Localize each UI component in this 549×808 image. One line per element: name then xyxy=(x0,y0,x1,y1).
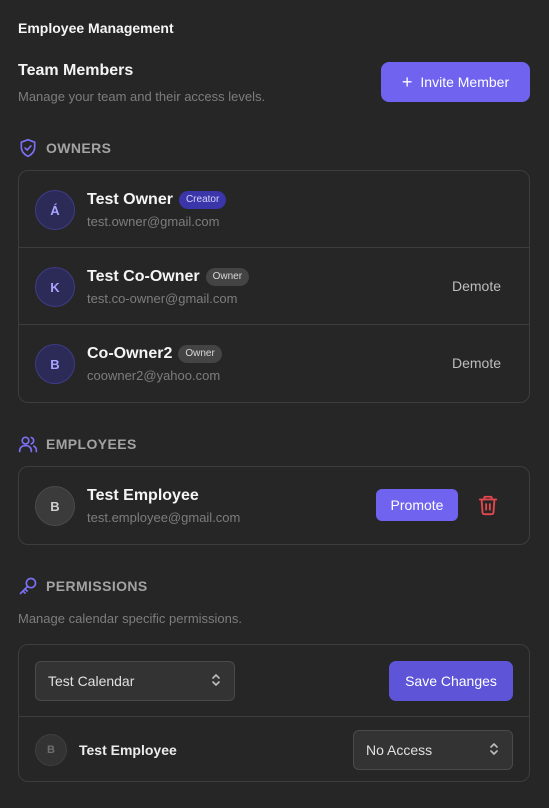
member-name: Test Co-Owner xyxy=(87,268,200,285)
employees-heading-label: EMPLOYEES xyxy=(46,436,137,452)
users-icon xyxy=(18,436,38,453)
employees-heading: EMPLOYEES xyxy=(18,434,137,454)
owner-badge: Owner xyxy=(178,345,222,363)
member-name: Co-Owner2 xyxy=(87,345,173,362)
avatar: B xyxy=(35,486,75,526)
avatar: Á xyxy=(35,190,75,230)
demote-button[interactable]: Demote xyxy=(452,278,501,294)
permissions-card: Test Calendar Save Changes B Test Employ… xyxy=(18,644,530,782)
owner-name-line: Co-Owner2 Owner xyxy=(87,345,222,363)
permissions-toolbar: Test Calendar Save Changes xyxy=(19,645,529,717)
chevron-up-down-icon xyxy=(210,672,222,690)
employees-card: B Test Employee test.employee@gmail.com … xyxy=(18,466,530,545)
permissions-heading: PERMISSIONS xyxy=(18,576,148,596)
member-email: coowner2@yahoo.com xyxy=(87,368,221,383)
member-name: Test Owner xyxy=(87,191,173,208)
avatar: K xyxy=(35,267,75,307)
plus-icon: + xyxy=(401,72,413,92)
access-level-select[interactable]: No Access xyxy=(353,730,513,770)
employee-name-line: Test Employee xyxy=(87,487,199,505)
permission-row: B Test Employee No Access xyxy=(19,717,529,781)
employee-row: B Test Employee test.employee@gmail.com … xyxy=(19,467,529,544)
owners-heading-label: OWNERS xyxy=(46,140,112,156)
permission-member-name: Test Employee xyxy=(79,742,177,758)
delete-button[interactable] xyxy=(477,493,499,517)
trash-icon xyxy=(478,495,498,516)
member-email: test.owner@gmail.com xyxy=(87,214,220,229)
owner-name-line: Test Co-Owner Owner xyxy=(87,268,250,286)
avatar: B xyxy=(35,734,67,766)
calendar-select-value: Test Calendar xyxy=(48,673,135,689)
shield-check-icon xyxy=(20,138,36,158)
owner-row: B Co-Owner2 Owner coowner2@yahoo.com Dem… xyxy=(19,325,529,402)
owner-badge: Owner xyxy=(205,268,250,286)
calendar-select[interactable]: Test Calendar xyxy=(35,661,235,701)
promote-button[interactable]: Promote xyxy=(376,489,458,521)
member-name: Test Employee xyxy=(87,487,199,504)
key-icon xyxy=(19,577,37,595)
member-email: test.co-owner@gmail.com xyxy=(87,291,238,306)
team-members-subtitle: Manage your team and their access levels… xyxy=(18,89,266,104)
owners-heading: OWNERS xyxy=(18,138,111,158)
creator-badge: Creator xyxy=(178,191,227,209)
owners-card: Á Test Owner Creator test.owner@gmail.co… xyxy=(18,170,530,403)
demote-button[interactable]: Demote xyxy=(452,355,501,371)
member-email: test.employee@gmail.com xyxy=(87,510,241,525)
team-members-title: Team Members xyxy=(18,62,134,79)
access-level-value: No Access xyxy=(366,742,433,758)
owner-row: Á Test Owner Creator test.owner@gmail.co… xyxy=(19,171,529,248)
chevron-up-down-icon xyxy=(488,741,500,759)
invite-member-label: Invite Member xyxy=(420,74,510,90)
permissions-subtitle: Manage calendar specific permissions. xyxy=(18,611,242,626)
owner-name-line: Test Owner Creator xyxy=(87,191,227,209)
app-title: Employee Management xyxy=(18,20,174,36)
save-changes-button[interactable]: Save Changes xyxy=(389,661,513,701)
avatar: B xyxy=(35,344,75,384)
permissions-heading-label: PERMISSIONS xyxy=(46,578,148,594)
owner-row: K Test Co-Owner Owner test.co-owner@gmai… xyxy=(19,248,529,325)
invite-member-button[interactable]: + Invite Member xyxy=(381,62,530,102)
